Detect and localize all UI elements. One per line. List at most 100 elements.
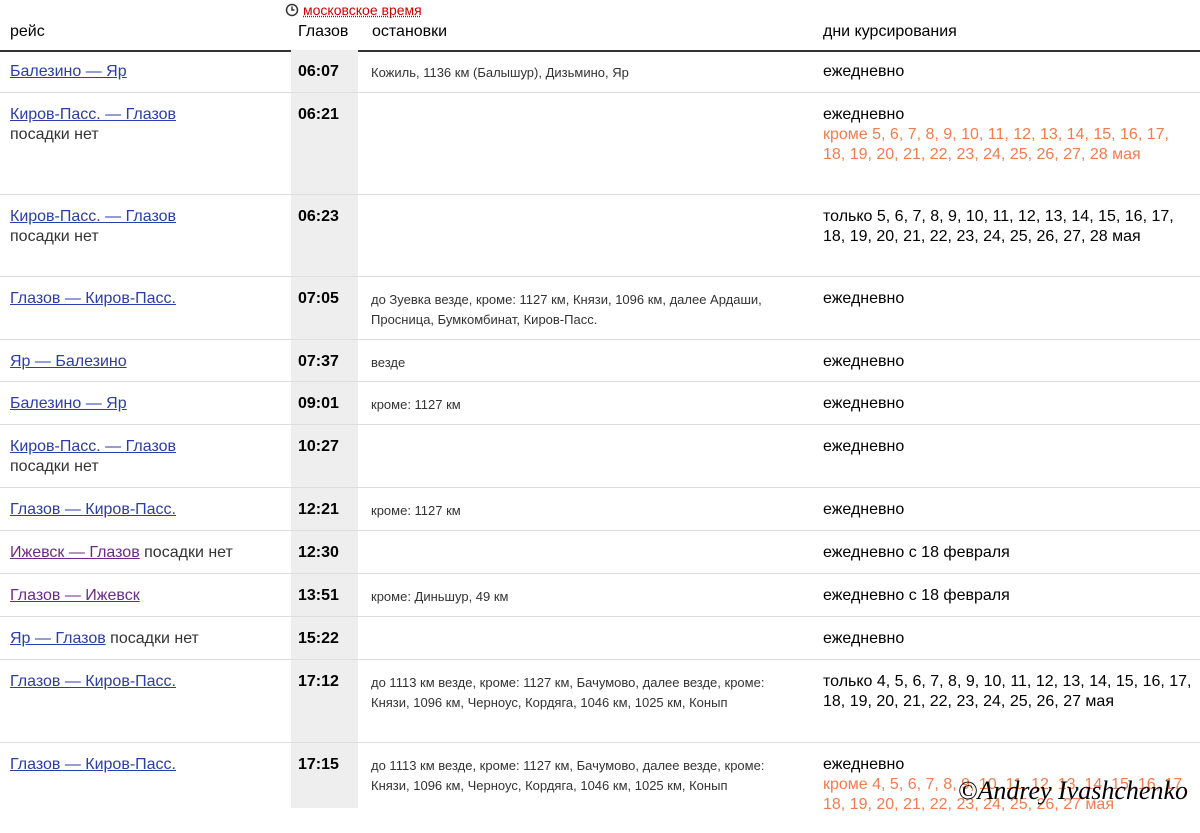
route-link[interactable]: Глазов — Киров-Пасс. [10, 756, 176, 773]
departure-time: 06:07 [298, 63, 339, 80]
days-text: ежедневно [823, 630, 905, 647]
route-cell: Киров-Пасс. — Глазов посадки нет [10, 437, 285, 477]
departure-time: 17:12 [298, 673, 339, 690]
departure-time: 09:01 [298, 395, 339, 412]
days-cell: ежедневно [823, 352, 1193, 372]
days-cell: ежедневно с 18 февраля [823, 543, 1193, 563]
days-text: ежедневно с 18 февраля [823, 587, 1010, 604]
table-row: Киров-Пасс. — Глазов посадки нет 06:21 еж… [0, 93, 1200, 195]
route-cell: Ижевск — Глазов посадки нет [10, 543, 285, 563]
route-link[interactable]: Балезино — Яр [10, 63, 127, 80]
route-cell: Глазов — Киров-Пасс. [10, 500, 285, 520]
days-cell: только 5, 6, 7, 8, 9, 10, 11, 12, 13, 14… [823, 207, 1193, 247]
departure-time: 13:51 [298, 587, 339, 604]
route-cell: Глазов — Ижевск [10, 586, 285, 606]
stops-text: Кожиль, 1136 км (Балышур), Дизьмино, Яр [371, 65, 629, 80]
route-link[interactable]: Глазов — Киров-Пасс. [10, 290, 176, 307]
route-cell: Балезино — Яр [10, 394, 285, 414]
route-cell: Яр — Балезино [10, 352, 285, 372]
route-note: посадки нет [10, 458, 99, 475]
route-link[interactable]: Глазов — Ижевск [10, 587, 140, 604]
days-text: ежедневно [823, 353, 905, 370]
watermark: ©Andrey Ivashchenko [957, 776, 1188, 805]
days-text: ежедневно [823, 290, 905, 307]
days-cell: ежедневно [823, 437, 1193, 457]
route-link[interactable]: Киров-Пасс. — Глазов [10, 438, 176, 455]
stops-text: кроме: 1127 км [371, 503, 461, 518]
days-text: ежедневно [823, 395, 905, 412]
days-text: ежедневно [823, 106, 905, 123]
col-header-time: Глазов [298, 23, 349, 40]
days-cell: ежедневно с 18 февраля [823, 586, 1193, 606]
route-link[interactable]: Ижевск — Глазов [10, 544, 140, 561]
stops-text: до 1113 км везде, кроме: 1127 км, Бачумо… [371, 758, 765, 793]
stops-text: кроме: Диньшур, 49 км [371, 589, 509, 604]
departure-time: 15:22 [298, 630, 339, 647]
table-row: Яр — Глазов посадки нет 15:22 ежедневно [0, 617, 1200, 660]
table-row: Глазов — Ижевск 13:51 кроме: Диньшур, 49… [0, 574, 1200, 617]
route-link[interactable]: Киров-Пасс. — Глазов [10, 106, 176, 123]
schedule-table: Балезино — Яр 06:07 Кожиль, 1136 км (Бал… [0, 50, 1200, 833]
days-cell: ежедневно [823, 394, 1193, 414]
timezone-link[interactable]: московское время [285, 2, 422, 18]
days-exception: кроме 5, 6, 7, 8, 9, 10, 11, 12, 13, 14,… [823, 126, 1169, 163]
departure-time: 10:27 [298, 438, 339, 455]
route-cell: Глазов — Киров-Пасс. [10, 289, 285, 309]
days-cell: ежедневно [823, 289, 1193, 309]
days-cell: ежедневно [823, 500, 1193, 520]
route-link[interactable]: Глазов — Киров-Пасс. [10, 673, 176, 690]
route-cell: Глазов — Киров-Пасс. [10, 672, 285, 692]
days-cell: ежедневно [823, 629, 1193, 649]
route-cell: Киров-Пасс. — Глазов посадки нет [10, 105, 285, 145]
route-link[interactable]: Киров-Пасс. — Глазов [10, 208, 176, 225]
route-cell: Балезино — Яр [10, 62, 285, 82]
col-header-route: рейс [10, 23, 45, 40]
days-text: ежедневно [823, 501, 905, 518]
days-text: ежедневно с 18 февраля [823, 544, 1010, 561]
days-text: ежедневно [823, 63, 905, 80]
clock-icon [285, 3, 299, 17]
departure-time: 07:37 [298, 353, 339, 370]
days-cell: ежедневно [823, 62, 1193, 82]
table-row: Глазов — Киров-Пасс. 12:21 кроме: 1127 к… [0, 488, 1200, 531]
timezone-label[interactable]: московское время [303, 2, 422, 18]
table-row: Яр — Балезино 07:37 везде ежедневно [0, 340, 1200, 382]
departure-time: 06:23 [298, 208, 339, 225]
route-note: посадки нет [10, 228, 99, 245]
route-cell: Яр — Глазов посадки нет [10, 629, 285, 649]
route-link[interactable]: Яр — Балезино [10, 353, 127, 370]
table-row: Ижевск — Глазов посадки нет 12:30 ежедне… [0, 531, 1200, 574]
route-note: посадки нет [110, 630, 199, 647]
stops-text: до Зуевка везде, кроме: 1127 км, Князи, … [371, 292, 762, 327]
table-row: Киров-Пасс. — Глазов посадки нет 10:27 еж… [0, 425, 1200, 488]
route-note: посадки нет [144, 544, 233, 561]
departure-time: 17:15 [298, 756, 339, 773]
table-row: Глазов — Киров-Пасс. 07:05 до Зуевка вез… [0, 277, 1200, 340]
table-row: Балезино — Яр 09:01 кроме: 1127 км ежедн… [0, 382, 1200, 425]
departure-time: 12:21 [298, 501, 339, 518]
col-header-stops: остановки [372, 23, 448, 40]
route-link[interactable]: Балезино — Яр [10, 395, 127, 412]
days-cell: ежедневно кроме 5, 6, 7, 8, 9, 10, 11, 12… [823, 105, 1193, 165]
table-row: Глазов — Киров-Пасс. 17:12 до 1113 км ве… [0, 660, 1200, 743]
col-header-days: дни курсирования [823, 23, 957, 40]
days-cell: только 4, 5, 6, 7, 8, 9, 10, 11, 12, 13,… [823, 672, 1193, 712]
route-cell: Киров-Пасс. — Глазов посадки нет [10, 207, 285, 247]
route-cell: Глазов — Киров-Пасс. [10, 755, 285, 775]
route-link[interactable]: Яр — Глазов [10, 630, 106, 647]
stops-text: кроме: 1127 км [371, 397, 461, 412]
departure-time: 06:21 [298, 106, 339, 123]
table-row: Киров-Пасс. — Глазов посадки нет 06:23 то… [0, 195, 1200, 277]
departure-time: 07:05 [298, 290, 339, 307]
days-text: ежедневно [823, 756, 905, 773]
route-link[interactable]: Глазов — Киров-Пасс. [10, 501, 176, 518]
stops-text: до 1113 км везде, кроме: 1127 км, Бачумо… [371, 675, 765, 710]
stops-text: везде [371, 355, 406, 370]
departure-time: 12:30 [298, 544, 339, 561]
days-text: только 4, 5, 6, 7, 8, 9, 10, 11, 12, 13,… [823, 673, 1192, 710]
table-row: Балезино — Яр 06:07 Кожиль, 1136 км (Бал… [0, 50, 1200, 93]
route-note: посадки нет [10, 126, 99, 143]
days-text: ежедневно [823, 438, 905, 455]
table-header: московское время рейс Глазов остановки д… [0, 0, 1200, 52]
days-text: только 5, 6, 7, 8, 9, 10, 11, 12, 13, 14… [823, 208, 1174, 245]
